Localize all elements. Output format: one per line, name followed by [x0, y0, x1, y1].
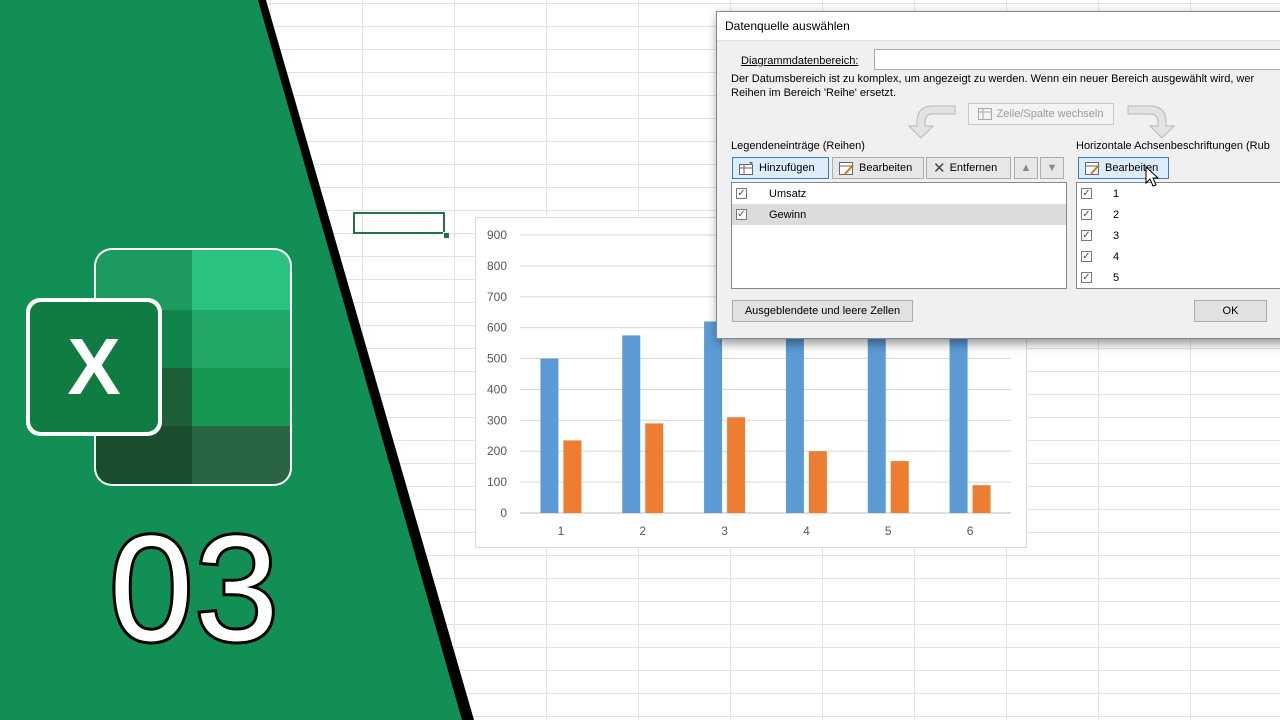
checkbox[interactable]: ✓: [1081, 272, 1092, 283]
list-item[interactable]: ✓ Gewinn: [732, 204, 1066, 225]
close-icon: ✕: [933, 160, 946, 177]
list-item[interactable]: ✓ 5: [1077, 267, 1280, 288]
arrow-right-icon: [1127, 105, 1176, 139]
hidden-empty-cells-button[interactable]: Ausgeblendete und leere Zellen: [732, 300, 913, 322]
series-list[interactable]: ✓ Umsatz ✓ Gewinn: [731, 182, 1067, 289]
arrow-left-icon: [907, 105, 956, 139]
axis-labels-list[interactable]: ✓ 1 ✓ 2 ✓ 3 ✓ 4 ✓ 5: [1076, 182, 1280, 289]
move-down-button[interactable]: ▼: [1040, 157, 1064, 179]
add-series-button[interactable]: Hinzufügen: [732, 157, 829, 179]
axis-labels-label: Horizontale Achsenbeschriftungen (Rub: [1076, 140, 1270, 152]
chart-range-input[interactable]: [874, 49, 1280, 70]
remove-series-button[interactable]: ✕ Entfernen: [926, 157, 1011, 179]
edit-table-icon: [1085, 161, 1100, 175]
excel-logo-icon: X: [26, 248, 292, 486]
edit-table-icon: [839, 161, 854, 175]
swap-row-column-button[interactable]: Zeile/Spalte wechseln: [968, 103, 1114, 125]
list-item[interactable]: ✓ 4: [1077, 246, 1280, 267]
checkbox[interactable]: ✓: [1081, 188, 1092, 199]
checkbox[interactable]: ✓: [1081, 209, 1092, 220]
dialog-titlebar[interactable]: Datenquelle auswählen: [717, 12, 1280, 41]
list-item[interactable]: ✓ Umsatz: [732, 183, 1066, 204]
episode-number: 03: [107, 504, 282, 672]
list-item[interactable]: ✓ 1: [1077, 183, 1280, 204]
dialog-title: Datenquelle auswählen: [725, 19, 850, 33]
legend-entries-label: Legendeneinträge (Reihen): [731, 140, 865, 152]
checkbox[interactable]: ✓: [736, 209, 747, 220]
chart-range-label: Diagrammdatenbereich:: [741, 55, 859, 67]
range-note: Der Datumsbereich ist zu komplex, um ang…: [731, 73, 1255, 99]
checkbox[interactable]: ✓: [1081, 251, 1092, 262]
triangle-down-icon: ▼: [1046, 162, 1058, 174]
triangle-up-icon: ▲: [1020, 162, 1032, 174]
select-data-source-dialog: Datenquelle auswählen Diagrammdatenberei…: [716, 11, 1280, 339]
edit-series-button[interactable]: Bearbeiten: [832, 157, 924, 179]
mouse-cursor-icon: [1145, 166, 1160, 187]
add-table-icon: [739, 161, 753, 175]
table-swap-icon: [978, 108, 993, 120]
checkbox[interactable]: ✓: [1081, 230, 1092, 241]
move-up-button[interactable]: ▲: [1014, 157, 1038, 179]
checkbox[interactable]: ✓: [736, 188, 747, 199]
svg-text:X: X: [67, 322, 120, 411]
ok-button[interactable]: OK: [1194, 300, 1267, 322]
list-item[interactable]: ✓ 2: [1077, 204, 1280, 225]
list-item[interactable]: ✓ 3: [1077, 225, 1280, 246]
